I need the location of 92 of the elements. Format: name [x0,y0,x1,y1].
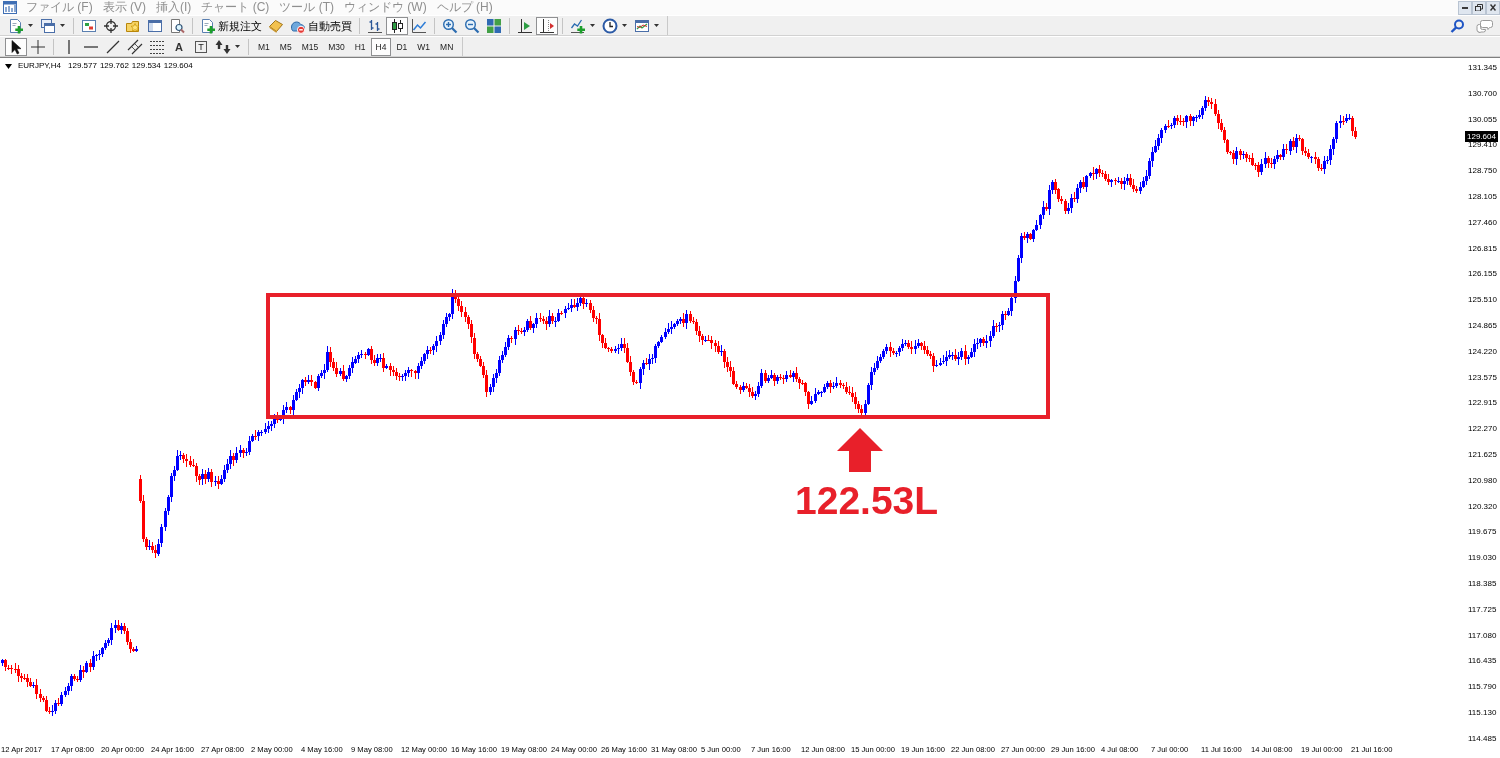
ohlc-value: 129.534 [131,61,161,71]
price-axis-label: 120.320 [1468,500,1497,513]
price-axis-label: 128.105 [1468,191,1497,203]
price-axis-label: 115.790 [1468,681,1497,694]
template-window-icon[interactable] [634,17,650,34]
horizontal-line-icon [84,45,98,48]
price-axis-label: 120.980 [1468,474,1497,487]
diagonal-line-icon [105,38,121,55]
ohlc-value: 129.762 [99,61,129,71]
crosshair-icon [30,38,46,55]
text-tool-button[interactable]: A [168,37,190,56]
window-squares-icon[interactable] [81,17,97,34]
document-plus-icon[interactable] [8,17,24,34]
chart-plus-icon[interactable] [570,17,586,34]
price-axis-label: 128.750 [1468,165,1497,178]
clock-icon[interactable] [602,17,618,34]
price-axis-label: 121.625 [1468,448,1497,461]
stacked-windows-icon[interactable] [40,17,56,34]
ohlc-value: 129.604 [163,61,193,71]
price-axis-label: 118.385 [1468,577,1497,590]
price-axis-label: 130.055 [1468,113,1497,126]
timeframe-button[interactable]: W1 [412,37,436,56]
restore-button[interactable] [1472,0,1486,15]
timeframe-button[interactable]: M1 [253,37,275,56]
down-triangle-icon[interactable] [5,63,12,69]
timeframe-button[interactable]: MN [435,37,459,56]
price-axis-label: 116.435 [1468,655,1497,668]
timeframe-button[interactable]: M15 [296,37,324,56]
caret-icon[interactable] [60,24,65,27]
timeframe-button[interactable]: D1 [391,37,413,56]
caret-icon[interactable] [28,24,33,27]
price-axis-label: 125.510 [1468,294,1497,307]
zoom-out-icon[interactable] [464,17,480,34]
cursor-icon [8,38,24,55]
price-axis-label: 130.700 [1468,87,1497,100]
timeframe-button[interactable]: M30 [323,37,350,56]
candle-chart-button[interactable] [386,16,408,35]
symbol-label: EURJPY,H4 [18,61,61,71]
caret-icon[interactable] [235,45,240,48]
timeframe-button[interactable]: M5 [274,37,297,56]
chart-shift-button[interactable] [536,16,558,35]
crosshair-icon[interactable] [103,17,119,34]
new-order-button[interactable]: 新規注文 [197,16,265,35]
price-axis-label: 114.485 [1468,732,1497,745]
close-button[interactable] [1486,0,1500,15]
price-axis-label: 124.865 [1468,319,1497,332]
caret-icon[interactable] [622,24,627,27]
line-chart-icon [411,17,427,34]
timeframe-button[interactable]: H1 [349,37,371,56]
dashed-levels-icon [149,38,165,55]
price-axis-label: 122.270 [1468,423,1497,436]
price-axis-label: 115.130 [1468,706,1497,719]
search-icon[interactable] [1450,18,1464,33]
shift-marker-icon [539,17,555,34]
price-axis-label: 119.030 [1468,552,1497,565]
arrows-icon [215,38,231,55]
up-arrow [837,428,883,472]
minimize-icon [1462,6,1468,9]
current-price-tag: 129.604 [1465,131,1498,142]
ladder-lines-icon [127,38,143,55]
minimize-button[interactable] [1458,0,1472,15]
panel-window-icon[interactable] [147,17,163,34]
price-axis-label: 119.675 [1468,526,1497,539]
zoom-in-icon[interactable] [442,17,458,34]
price-axis-label: 126.815 [1468,242,1497,255]
timeframe-button[interactable]: H4 [370,37,392,56]
candlestick-icon [389,17,405,34]
price-axis-label: 131.345 [1468,62,1497,74]
cursor-button[interactable] [5,37,27,56]
restore-icon [1475,3,1483,12]
price-axis-label: 126.155 [1468,268,1497,281]
ohlc-value: 129.577 [68,61,97,71]
price-axis-label: 117.725 [1468,603,1497,616]
app-icon[interactable] [3,1,17,14]
price-axis-label: 129.410 [1468,139,1497,152]
price-annotation: 122.53L [795,479,939,522]
vertical-line-icon [68,39,70,54]
caret-icon[interactable] [654,24,659,27]
label-tool-button[interactable]: T [190,37,212,56]
caret-icon[interactable] [590,24,595,27]
price-axis-label: 122.915 [1468,397,1497,410]
auto-trading-button[interactable]: 自動売買 [287,16,355,35]
diamond-icon[interactable] [268,17,284,34]
document-magnifier-icon[interactable] [169,17,185,34]
close-icon [1490,4,1496,11]
axis-play-icon [517,17,533,34]
tile-grid-icon[interactable] [486,17,502,34]
ohlc-bars-icon [367,17,383,34]
price-axis-label: 124.220 [1468,345,1497,358]
price-axis-label: 117.080 [1468,629,1497,642]
price-axis-label: 127.460 [1468,216,1497,229]
price-axis-label: 123.575 [1468,371,1497,384]
